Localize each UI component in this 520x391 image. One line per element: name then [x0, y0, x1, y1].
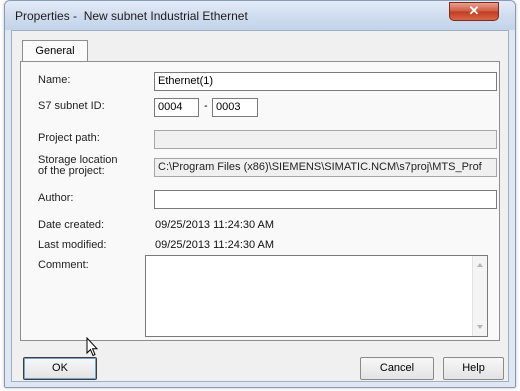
- storage-location-label-line2: of the project:: [38, 165, 105, 177]
- scroll-up-arrow-icon[interactable]: [477, 263, 483, 267]
- name-label: Name:: [38, 74, 71, 86]
- subnet-id-separator: -: [204, 100, 208, 112]
- subnet-id-part2-field[interactable]: 0003: [212, 98, 258, 117]
- title-bar[interactable]: Properties - New subnet Industrial Ether…: [5, 1, 515, 30]
- last-modified-value: 09/25/2013 11:24:30 AM: [155, 239, 275, 251]
- tab-general[interactable]: General: [22, 40, 88, 62]
- comment-textarea[interactable]: [145, 255, 488, 337]
- project-path-field[interactable]: [154, 130, 497, 149]
- subnet-id-label: S7 subnet ID:: [38, 100, 105, 112]
- comment-scrollbar[interactable]: [472, 256, 487, 336]
- dialog-client-area: General Name: Ethernet(1) S7 subnet ID: …: [11, 30, 509, 382]
- author-field[interactable]: [154, 190, 497, 209]
- cancel-button[interactable]: Cancel: [360, 357, 434, 380]
- storage-location-field[interactable]: C:\Program Files (x86)\SIEMENS\SIMATIC.N…: [154, 158, 497, 177]
- project-path-label: Project path:: [38, 132, 100, 144]
- last-modified-label: Last modified:: [38, 239, 107, 251]
- scroll-down-arrow-icon[interactable]: [477, 325, 483, 329]
- close-button[interactable]: ✕: [449, 2, 499, 21]
- mouse-pointer-icon: [86, 337, 98, 357]
- ok-button[interactable]: OK: [23, 357, 97, 380]
- subnet-id-part1-field[interactable]: 0004: [154, 98, 199, 117]
- date-created-label: Date created:: [38, 219, 105, 231]
- help-button[interactable]: Help: [443, 357, 504, 380]
- comment-label: Comment:: [38, 259, 89, 271]
- author-label: Author:: [38, 192, 74, 204]
- properties-dialog: Properties - New subnet Industrial Ether…: [4, 0, 516, 388]
- date-created-value: 09/25/2013 11:24:30 AM: [155, 219, 275, 231]
- close-icon: ✕: [468, 3, 480, 18]
- name-field[interactable]: Ethernet(1): [154, 72, 497, 91]
- window-title: Properties - New subnet Industrial Ether…: [15, 9, 248, 23]
